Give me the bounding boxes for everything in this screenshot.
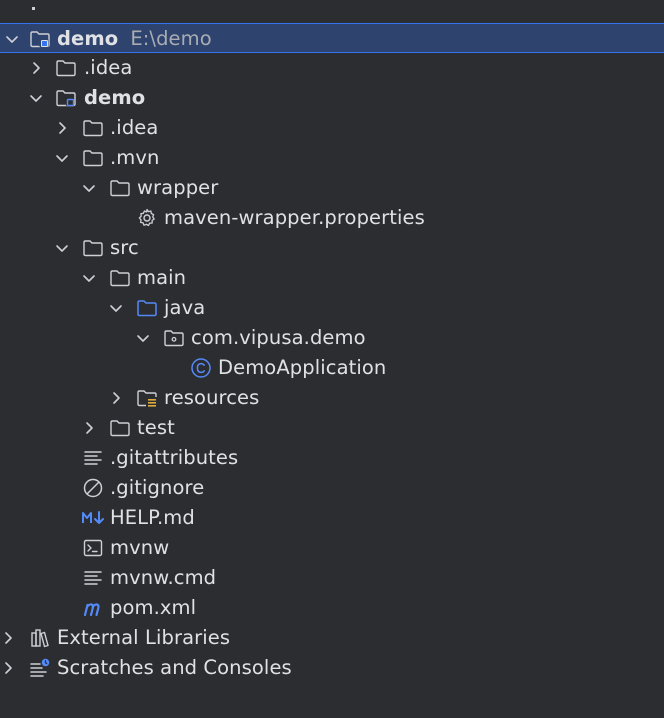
tree-label: External Libraries: [57, 626, 231, 649]
tree-label: demo E:\demo: [57, 27, 212, 51]
tree-label: test: [137, 416, 175, 439]
tree-row-pom-xml[interactable]: pom.xml: [0, 593, 664, 623]
tree-row-gitignore[interactable]: .gitignore: [0, 473, 664, 503]
scrolled-off-row: [0, 0, 664, 10]
chevron-right-icon[interactable]: [0, 630, 16, 646]
resources-folder-icon: [137, 390, 157, 407]
tree-row-wrapper[interactable]: wrapper: [0, 173, 664, 203]
chevron-down-icon[interactable]: [4, 31, 20, 47]
folder-icon: [110, 180, 130, 197]
tree-label: HELP.md: [110, 506, 195, 529]
tree-row-main[interactable]: main: [0, 263, 664, 293]
gear-icon: [138, 208, 155, 227]
chevron-right-icon[interactable]: [81, 420, 97, 436]
tree-label: src: [110, 236, 139, 259]
package-icon: [164, 330, 184, 347]
maven-icon: [83, 603, 100, 617]
folder-icon: [83, 240, 103, 257]
chevron-down-icon[interactable]: [81, 270, 97, 286]
tree-row-gitattributes[interactable]: .gitattributes: [0, 443, 664, 473]
terminal-icon: [83, 539, 103, 557]
folder-icon: [56, 60, 76, 77]
scrolled-off-row-fragment: [32, 7, 35, 10]
tree-label: Scratches and Consoles: [57, 656, 292, 679]
tree-label: .mvn: [110, 146, 160, 169]
source-folder-icon: [137, 300, 157, 317]
folder-icon: [110, 270, 130, 287]
class-icon: [191, 358, 211, 378]
markdown-icon: [82, 511, 104, 524]
chevron-right-icon[interactable]: [28, 60, 44, 76]
project-tree: demo E:\demo .idea demo .idea .mvn wrapp…: [0, 0, 664, 718]
project-name: demo: [57, 27, 119, 50]
tree-label: resources: [164, 386, 260, 409]
project-path: E:\demo: [130, 27, 212, 50]
chevron-down-icon[interactable]: [54, 150, 70, 166]
tree-label: java: [164, 296, 206, 319]
tree-row-external-libraries[interactable]: External Libraries: [0, 623, 664, 653]
tree-row-mvnw-cmd[interactable]: mvnw.cmd: [0, 563, 664, 593]
chevron-down-icon[interactable]: [108, 300, 124, 316]
module-folder-icon: [30, 31, 50, 48]
folder-icon: [83, 120, 103, 137]
tree-row-src[interactable]: src: [0, 233, 664, 263]
tree-row-mvn[interactable]: .mvn: [0, 143, 664, 173]
scratches-icon: [30, 658, 50, 677]
tree-row-mvnw[interactable]: mvnw: [0, 533, 664, 563]
tree-row-demo-application[interactable]: DemoApplication: [0, 353, 664, 383]
tree-label: pom.xml: [110, 596, 197, 619]
chevron-down-icon[interactable]: [54, 240, 70, 256]
tree-label: main: [137, 266, 187, 289]
chevron-right-icon[interactable]: [108, 390, 124, 406]
tree-row-package[interactable]: com.vipusa.demo: [0, 323, 664, 353]
tree-row-help-md[interactable]: HELP.md: [0, 503, 664, 533]
tree-row-maven-wrapper-properties[interactable]: maven-wrapper.properties: [0, 203, 664, 233]
chevron-down-icon[interactable]: [81, 180, 97, 196]
chevron-right-icon[interactable]: [54, 120, 70, 136]
chevron-right-icon[interactable]: [0, 660, 16, 676]
tree-label: .gitattributes: [110, 446, 239, 469]
tree-label: wrapper: [137, 176, 219, 199]
chevron-down-icon[interactable]: [28, 90, 44, 106]
module-folder-icon: [56, 90, 76, 107]
tree-label: .gitignore: [110, 476, 205, 499]
tree-row-java[interactable]: java: [0, 293, 664, 323]
tree-label: demo: [84, 86, 146, 109]
tree-label: maven-wrapper.properties: [164, 206, 425, 229]
tree-row-scratches-and-consoles[interactable]: Scratches and Consoles: [0, 653, 664, 683]
tree-row-idea-top[interactable]: .idea: [0, 53, 664, 83]
tree-label: mvnw.cmd: [110, 566, 217, 589]
ignore-file-icon: [83, 478, 103, 498]
tree-row-module-demo[interactable]: demo: [0, 83, 664, 113]
folder-icon: [110, 420, 130, 437]
tree-label: mvnw: [110, 536, 170, 559]
folder-icon: [83, 150, 103, 167]
tree-row-test[interactable]: test: [0, 413, 664, 443]
tree-row-root-demo[interactable]: demo E:\demo: [0, 23, 664, 53]
tree-row-idea-inner[interactable]: .idea: [0, 113, 664, 143]
chevron-down-icon[interactable]: [135, 330, 151, 346]
tree-label: .idea: [110, 116, 159, 139]
tree-row-resources[interactable]: resources: [0, 383, 664, 413]
tree-label: .idea: [84, 56, 133, 79]
text-file-icon: [84, 571, 102, 585]
tree-label: DemoApplication: [218, 356, 387, 379]
library-icon: [31, 629, 49, 648]
tree-label: com.vipusa.demo: [191, 326, 366, 349]
text-file-icon: [84, 451, 102, 465]
